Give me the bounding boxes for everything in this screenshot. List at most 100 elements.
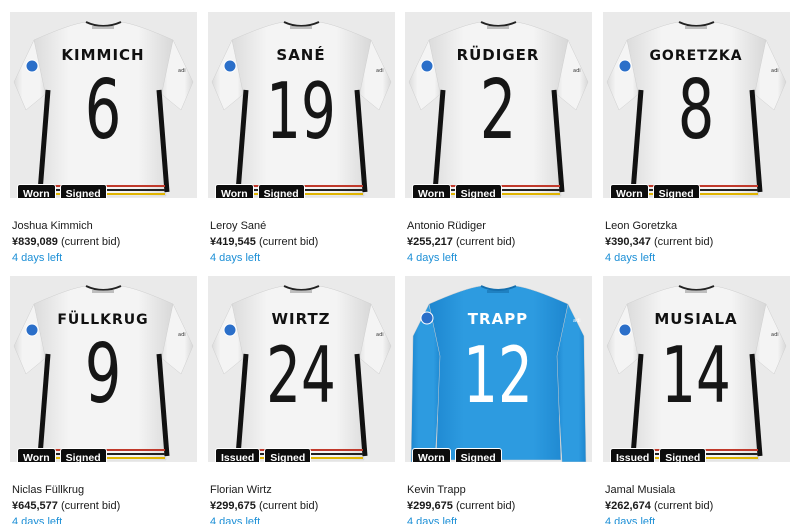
shirt-name: TRAPP bbox=[468, 310, 528, 328]
time-left-link[interactable]: 4 days left bbox=[12, 252, 62, 264]
current-bid: ¥419,545 (current bid) bbox=[210, 236, 318, 248]
bid-price: ¥255,217 bbox=[407, 236, 453, 248]
shirt-number: 19 bbox=[266, 67, 336, 157]
jersey-image-link[interactable]: adi GORETZKA 8 Worn Signed bbox=[603, 12, 790, 198]
current-bid: ¥255,217 (current bid) bbox=[407, 236, 515, 248]
badge-group: Issued Signed bbox=[610, 448, 707, 462]
jersey-image: adi TRAPP 12 bbox=[410, 285, 587, 462]
time-left-link[interactable]: 4 days left bbox=[210, 516, 260, 524]
shirt-number: 8 bbox=[678, 63, 715, 158]
svg-text:adi: adi bbox=[573, 68, 581, 74]
player-name[interactable]: Kevin Trapp bbox=[407, 484, 466, 496]
jersey-image-link[interactable]: adi RÜDIGER 2 Worn Signed bbox=[405, 12, 592, 198]
listing-card-leon-goretzka[interactable]: adi GORETZKA 8 Worn Signed Leon Goretzka ¥3… bbox=[603, 12, 790, 264]
bid-price: ¥299,675 bbox=[210, 500, 256, 512]
player-name[interactable]: Leon Goretzka bbox=[605, 220, 677, 232]
listing-card-niclas-f-llkrug[interactable]: adi FÜLLKRUG 9 Worn Signed Niclas Füllkrug… bbox=[10, 276, 197, 524]
bid-label: (current bid) bbox=[255, 500, 319, 512]
badge-group: Worn Signed bbox=[412, 184, 502, 198]
player-name[interactable]: Jamal Musiala bbox=[605, 484, 675, 496]
shirt-name: FÜLLKRUG bbox=[57, 310, 148, 328]
current-bid: ¥390,347 (current bid) bbox=[605, 236, 713, 248]
signed-badge: Signed bbox=[257, 184, 305, 198]
jersey-image: adi FÜLLKRUG 9 bbox=[13, 285, 194, 461]
jersey-image-link[interactable]: adi SANÉ 19 Worn Signed bbox=[208, 12, 395, 198]
player-name[interactable]: Florian Wirtz bbox=[210, 484, 272, 496]
bid-label: (current bid) bbox=[57, 500, 121, 512]
worn-badge: Worn bbox=[412, 184, 451, 198]
product-grid: adi KIMMICH 6 Worn Signed Joshua Kimmich ¥8… bbox=[0, 0, 800, 524]
jersey-image-link[interactable]: adi TRAPP 12 Worn Signed bbox=[405, 276, 592, 462]
player-name[interactable]: Niclas Füllkrug bbox=[12, 484, 84, 496]
shirt-name: WIRTZ bbox=[271, 310, 330, 328]
time-left-link[interactable]: 4 days left bbox=[12, 516, 62, 524]
signed-badge: Signed bbox=[659, 448, 707, 462]
worn-badge: Worn bbox=[610, 184, 649, 198]
shirt-name: GORETZKA bbox=[649, 48, 742, 64]
svg-text:adi: adi bbox=[376, 68, 384, 74]
signed-badge: Signed bbox=[454, 184, 502, 198]
bid-label: (current bid) bbox=[57, 236, 121, 248]
worn-badge: Worn bbox=[412, 448, 451, 462]
current-bid: ¥645,577 (current bid) bbox=[12, 500, 120, 512]
badge-group: Worn Signed bbox=[17, 184, 107, 198]
bid-label: (current bid) bbox=[255, 236, 319, 248]
current-bid: ¥299,675 (current bid) bbox=[407, 500, 515, 512]
player-name[interactable]: Joshua Kimmich bbox=[12, 220, 93, 232]
listing-card-joshua-kimmich[interactable]: adi KIMMICH 6 Worn Signed Joshua Kimmich ¥8… bbox=[10, 12, 197, 264]
svg-text:adi: adi bbox=[573, 318, 581, 324]
time-left-link[interactable]: 4 days left bbox=[210, 252, 260, 264]
time-left-link[interactable]: 4 days left bbox=[407, 516, 457, 524]
svg-text:adi: adi bbox=[771, 68, 779, 74]
signed-badge: Signed bbox=[264, 448, 312, 462]
time-left-link[interactable]: 4 days left bbox=[605, 252, 655, 264]
shirt-number: 12 bbox=[463, 331, 533, 421]
badge-group: Worn Signed bbox=[17, 448, 107, 462]
shirt-number: 14 bbox=[661, 331, 731, 421]
listing-card-florian-wirtz[interactable]: adi WIRTZ 24 Issued Signed Florian Wirtz ¥2… bbox=[208, 276, 395, 524]
shirt-number: 24 bbox=[266, 331, 336, 421]
shirt-number: 6 bbox=[85, 63, 122, 158]
jersey-image: adi KIMMICH 6 bbox=[13, 21, 194, 197]
jersey-image: adi GORETZKA 8 bbox=[606, 21, 787, 197]
jersey-image: adi WIRTZ 24 bbox=[211, 285, 392, 461]
bid-price: ¥839,089 bbox=[12, 236, 58, 248]
player-name[interactable]: Antonio Rüdiger bbox=[407, 220, 486, 232]
listing-card-kevin-trapp[interactable]: adi TRAPP 12 Worn Signed Kevin Trapp ¥299,6… bbox=[405, 276, 592, 524]
badge-group: Issued Signed bbox=[215, 448, 312, 462]
jersey-image-link[interactable]: adi MUSIALA 14 Issued Signed bbox=[603, 276, 790, 462]
listing-card-jamal-musiala[interactable]: adi MUSIALA 14 Issued Signed Jamal Musiala… bbox=[603, 276, 790, 524]
svg-text:adi: adi bbox=[771, 332, 779, 338]
jersey-image-link[interactable]: adi FÜLLKRUG 9 Worn Signed bbox=[10, 276, 197, 462]
bid-price: ¥299,675 bbox=[407, 500, 453, 512]
issued-badge: Issued bbox=[610, 448, 656, 462]
jersey-image-link[interactable]: adi WIRTZ 24 Issued Signed bbox=[208, 276, 395, 462]
bid-price: ¥419,545 bbox=[210, 236, 256, 248]
time-left-link[interactable]: 4 days left bbox=[605, 516, 655, 524]
time-left-link[interactable]: 4 days left bbox=[407, 252, 457, 264]
bid-price: ¥645,577 bbox=[12, 500, 58, 512]
listing-card-leroy-san-[interactable]: adi SANÉ 19 Worn Signed Leroy Sané ¥419,545… bbox=[208, 12, 395, 264]
signed-badge: Signed bbox=[59, 448, 107, 462]
shirt-name: SANÉ bbox=[276, 45, 325, 64]
listing-card-antonio-r-diger[interactable]: adi RÜDIGER 2 Worn Signed Antonio Rüdiger ¥… bbox=[405, 12, 592, 264]
shirt-number: 9 bbox=[85, 327, 122, 422]
bid-price: ¥390,347 bbox=[605, 236, 651, 248]
player-name[interactable]: Leroy Sané bbox=[210, 220, 266, 232]
svg-text:adi: adi bbox=[376, 332, 384, 338]
badge-group: Worn Signed bbox=[412, 448, 502, 462]
bid-label: (current bid) bbox=[452, 236, 516, 248]
jersey-image: adi MUSIALA 14 bbox=[606, 285, 787, 461]
jersey-image: adi SANÉ 19 bbox=[211, 21, 392, 197]
current-bid: ¥262,674 (current bid) bbox=[605, 500, 713, 512]
bid-price: ¥262,674 bbox=[605, 500, 651, 512]
bid-label: (current bid) bbox=[452, 500, 516, 512]
signed-badge: Signed bbox=[59, 184, 107, 198]
bid-label: (current bid) bbox=[650, 500, 714, 512]
jersey-image-link[interactable]: adi KIMMICH 6 Worn Signed bbox=[10, 12, 197, 198]
badge-group: Worn Signed bbox=[610, 184, 700, 198]
bid-label: (current bid) bbox=[650, 236, 714, 248]
jersey-image: adi RÜDIGER 2 bbox=[408, 21, 589, 197]
shirt-number: 2 bbox=[480, 63, 517, 158]
svg-text:adi: adi bbox=[178, 68, 186, 74]
